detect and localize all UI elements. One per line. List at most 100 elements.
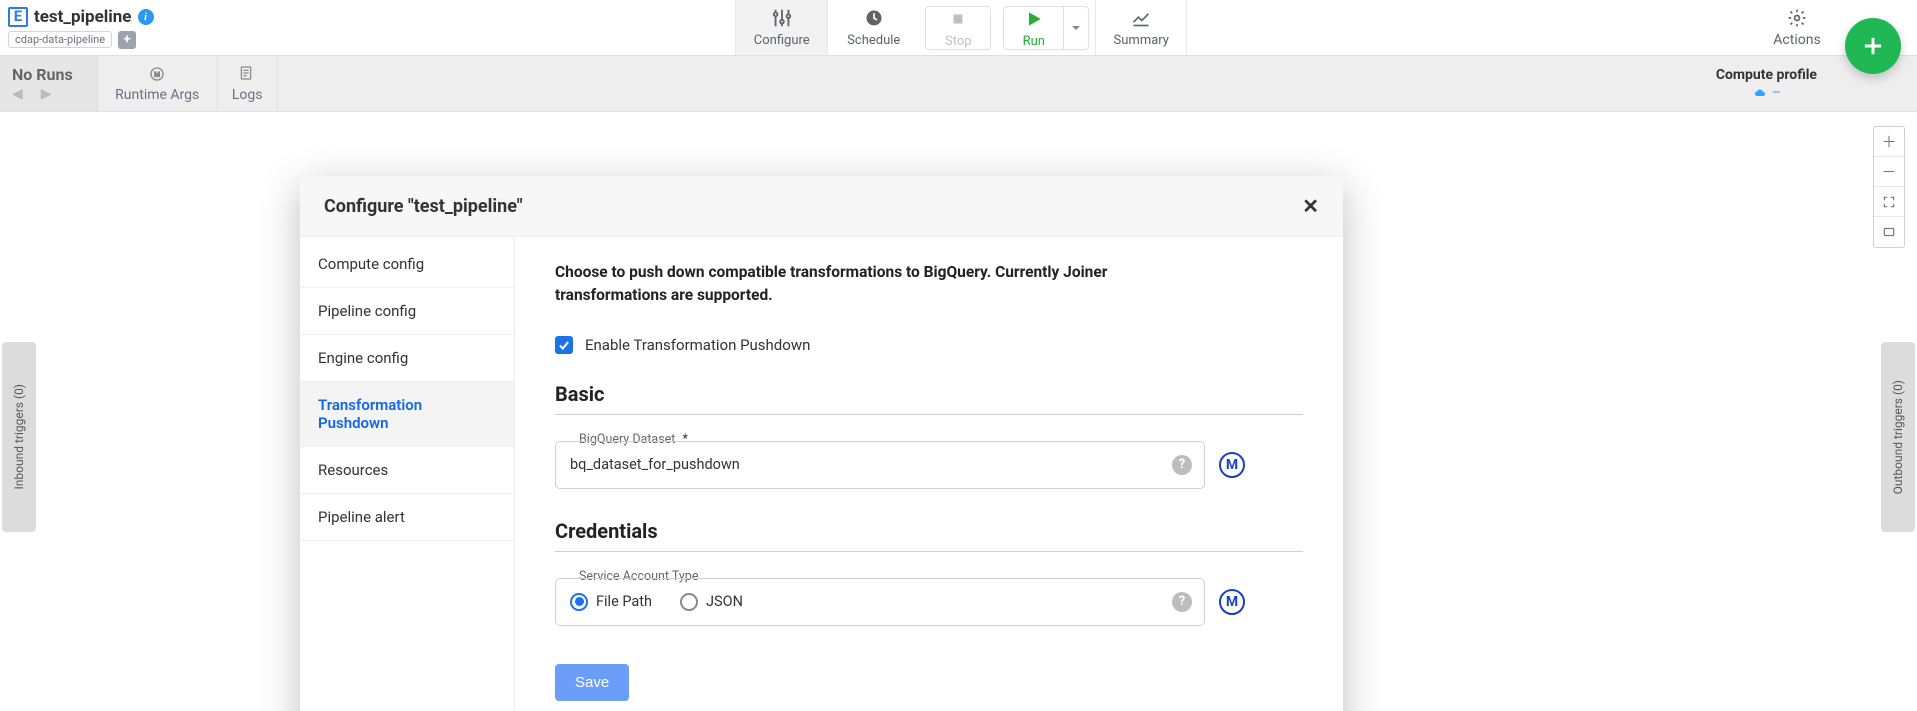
sidebar-item-compute-config[interactable]: Compute config [300, 241, 514, 288]
inbound-triggers-label: Inbound triggers (0) [12, 384, 26, 489]
compute-profile[interactable]: Compute profile – [1716, 67, 1917, 101]
summary-button[interactable]: Summary [1095, 0, 1187, 55]
minimap-button[interactable] [1874, 217, 1904, 247]
dataset-field-wrap: BigQuery Dataset * bq_dataset_for_pushdo… [555, 441, 1205, 489]
enable-pushdown-row: Enable Transformation Pushdown [555, 336, 1303, 354]
configure-label: Configure [754, 33, 810, 48]
run-dropdown-caret[interactable] [1063, 6, 1089, 50]
prev-run-icon[interactable]: ◀ [12, 86, 23, 102]
actions-label: Actions [1773, 32, 1820, 48]
stop-icon [947, 8, 969, 30]
modal-sidebar: Compute config Pipeline config Engine co… [300, 237, 515, 711]
topbar-center: Configure Schedule Stop Run [735, 0, 1187, 55]
sat-help-icon[interactable]: ? [1172, 592, 1192, 612]
check-icon [557, 338, 571, 352]
enable-pushdown-label: Enable Transformation Pushdown [585, 336, 810, 354]
second-bar: No Runs ◀ ▶ M Runtime Args Logs Compute … [0, 56, 1917, 112]
dataset-help-icon[interactable]: ? [1172, 455, 1192, 475]
zoom-out-button[interactable]: － [1874, 157, 1904, 187]
fullscreen-icon [1882, 195, 1896, 209]
modal-footer: Save [555, 656, 1303, 711]
basic-section-title: Basic [555, 382, 1303, 415]
outbound-triggers-tab[interactable]: Outbound triggers (0) [1881, 342, 1915, 532]
credentials-section-title: Credentials [555, 519, 1303, 552]
radio-file-path-label: File Path [596, 593, 652, 610]
sidebar-item-pipeline-config[interactable]: Pipeline config [300, 288, 514, 335]
runs-block: No Runs ◀ ▶ [0, 56, 98, 111]
zoom-in-button[interactable]: ＋ [1874, 127, 1904, 157]
chevron-down-icon [1070, 22, 1082, 34]
dataset-value: bq_dataset_for_pushdown [570, 456, 740, 473]
sat-radio-group-box: File Path JSON ? [555, 578, 1205, 626]
minimap-icon [1882, 225, 1896, 239]
no-runs-label: No Runs [12, 65, 73, 84]
zoom-controls: ＋ － [1873, 126, 1905, 248]
cloud-icon: – [1752, 85, 1781, 101]
app-logo-icon [8, 7, 28, 27]
enable-pushdown-checkbox[interactable] [555, 336, 573, 354]
modal-title: Configure "test_pipeline" [324, 196, 523, 217]
dataset-field-row: BigQuery Dataset * bq_dataset_for_pushdo… [555, 441, 1303, 489]
modal-content: Choose to push down compatible transform… [515, 237, 1343, 711]
compute-profile-label: Compute profile [1716, 67, 1817, 83]
basic-section: Basic BigQuery Dataset * bq_dataset_for_… [555, 382, 1303, 489]
radio-dot-icon [680, 593, 698, 611]
clock-icon [863, 7, 885, 29]
radio-json-label: JSON [706, 593, 743, 610]
save-button[interactable]: Save [555, 664, 629, 701]
info-icon[interactable] [138, 9, 154, 25]
plus-icon [1859, 32, 1887, 60]
sat-field-row: Service Account Type File Path [555, 578, 1303, 626]
gear-icon [1787, 8, 1807, 28]
schedule-button[interactable]: Schedule [827, 0, 919, 55]
sidebar-item-engine-config[interactable]: Engine config [300, 335, 514, 382]
stop-label: Stop [945, 34, 972, 49]
dataset-input[interactable]: bq_dataset_for_pushdown ? [555, 441, 1205, 489]
sliders-icon [771, 7, 793, 29]
runs-nav: ◀ ▶ [12, 86, 73, 102]
sidebar-item-pipeline-alert[interactable]: Pipeline alert [300, 494, 514, 541]
sat-field-wrap: Service Account Type File Path [555, 578, 1205, 626]
modal-close-button[interactable]: ✕ [1302, 194, 1319, 218]
summary-label: Summary [1114, 33, 1169, 48]
play-icon [1023, 8, 1045, 30]
logs-tab[interactable]: Logs [218, 56, 278, 111]
run-label: Run [1023, 34, 1045, 49]
pipeline-type-tag[interactable]: cdap-data-pipeline [8, 31, 112, 48]
actions-button[interactable]: Actions [1757, 0, 1837, 55]
next-run-icon[interactable]: ▶ [41, 86, 52, 102]
sidebar-item-transformation-pushdown[interactable]: Transformation Pushdown [300, 382, 514, 447]
tag-row: cdap-data-pipeline + [8, 31, 154, 49]
inbound-triggers-tab[interactable]: Inbound triggers (0) [2, 342, 36, 532]
radio-dot-icon [570, 593, 588, 611]
runtime-args-label: Runtime Args [115, 87, 199, 103]
radio-file-path[interactable]: File Path [570, 593, 652, 611]
credentials-section: Credentials Service Account Type [555, 519, 1303, 626]
modal-header: Configure "test_pipeline" ✕ [300, 176, 1343, 237]
radio-json[interactable]: JSON [680, 593, 743, 611]
dataset-macro-button[interactable]: M [1219, 452, 1245, 478]
pushdown-description: Choose to push down compatible transform… [555, 261, 1195, 308]
schedule-label: Schedule [847, 33, 900, 48]
outbound-triggers-label: Outbound triggers (0) [1891, 380, 1905, 494]
configure-modal: Configure "test_pipeline" ✕ Compute conf… [300, 176, 1343, 711]
runtime-args-tab[interactable]: M Runtime Args [98, 56, 218, 111]
macro-circle-icon: M [148, 65, 166, 83]
canvas-area[interactable]: Inbound triggers (0) Outbound triggers (… [0, 112, 1917, 711]
topbar-left: test_pipeline cdap-data-pipeline + [0, 0, 166, 55]
svg-text:M: M [154, 71, 160, 78]
logs-label: Logs [232, 87, 263, 103]
run-button[interactable]: Run [1003, 6, 1063, 50]
sat-macro-button[interactable]: M [1219, 589, 1245, 615]
sidebar-item-resources[interactable]: Resources [300, 447, 514, 494]
title-row: test_pipeline [8, 7, 154, 27]
top-bar: test_pipeline cdap-data-pipeline + Confi… [0, 0, 1917, 56]
sat-radio-group: File Path JSON [570, 593, 743, 611]
add-tag-button[interactable]: + [118, 31, 136, 49]
stop-button[interactable]: Stop [925, 6, 991, 50]
fab-add-button[interactable] [1845, 18, 1901, 74]
pipeline-name: test_pipeline [34, 7, 132, 27]
document-icon [238, 65, 256, 83]
fit-to-screen-button[interactable] [1874, 187, 1904, 217]
configure-button[interactable]: Configure [735, 0, 827, 55]
